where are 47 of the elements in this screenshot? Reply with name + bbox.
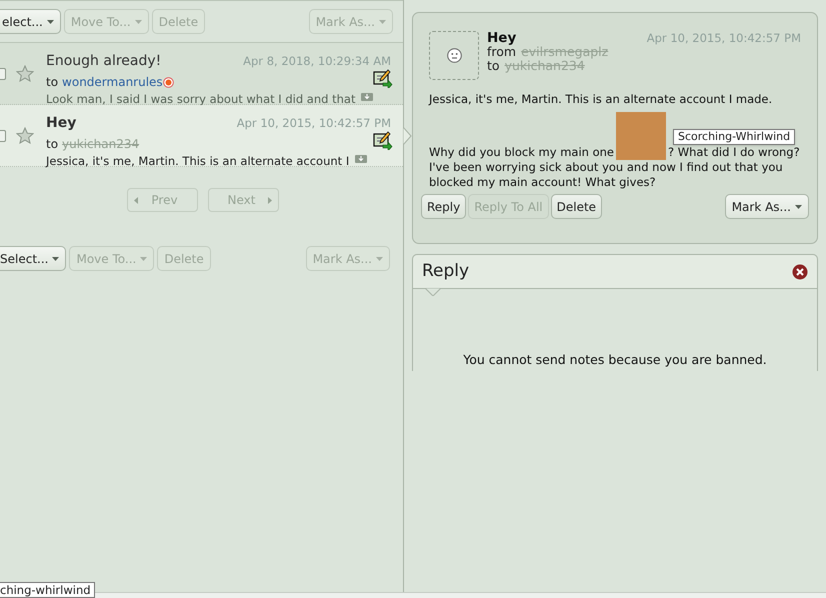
note-reply-icon[interactable] xyxy=(373,69,393,88)
caret-icon xyxy=(376,256,383,260)
star-icon[interactable] xyxy=(16,65,34,82)
dropdown-button[interactable]: elect... xyxy=(0,9,61,34)
reply-title: Reply xyxy=(422,260,470,283)
emoticon-placeholder xyxy=(616,112,666,160)
message-button[interactable]: Delete xyxy=(550,194,602,219)
note-row[interactable]: Enough already! Apr 8, 2018, 10:29:34 AM to wondermanrules Look man, I said I was sorry about what I did and that xyxy=(0,43,403,105)
dropdown-button[interactable]: Mark As... xyxy=(724,194,809,219)
to-label: to xyxy=(487,59,500,73)
caret-icon xyxy=(140,256,148,260)
message-text: Why did you block my main one ? What did I do wrong? I've been worrying sick about you and now I find out that you blocked my main account! What gives? xyxy=(429,145,803,190)
note-preview: Jessica, it's me, Martin. This is an alternate account I xyxy=(46,153,350,170)
tooltip: ching-whirlwind xyxy=(0,582,95,598)
from-label: from xyxy=(487,45,516,59)
badge-icon xyxy=(162,76,174,88)
message-title: Hey xyxy=(487,31,516,45)
left-arrow-icon xyxy=(134,196,138,204)
smiley-icon xyxy=(446,48,462,63)
caret-icon xyxy=(795,204,802,208)
star-icon[interactable] xyxy=(16,127,34,144)
to-label: to xyxy=(46,136,58,153)
recipient-name[interactable]: wondermanrules xyxy=(62,73,163,91)
image-tooltip: Scorching-Whirlwind xyxy=(673,129,796,145)
caret-icon xyxy=(379,20,386,24)
dropdown-button[interactable]: Select... xyxy=(0,246,66,271)
message-date: Apr 10, 2015, 10:42:57 PM xyxy=(646,31,801,45)
to-label: to xyxy=(46,74,58,91)
message-text: Jessica, it's me, Martin. This is an alternate account I made. xyxy=(429,92,774,107)
expand-icon[interactable] xyxy=(355,154,368,163)
note-date: Apr 8, 2018, 10:29:34 AM xyxy=(243,53,391,70)
note-title[interactable]: Enough already! xyxy=(46,51,162,72)
note-title[interactable]: Hey xyxy=(46,113,76,134)
ban-notice: You cannot send notes because you are banned. xyxy=(463,351,767,370)
close-icon[interactable] xyxy=(792,264,808,280)
note-reply-icon[interactable] xyxy=(373,131,393,150)
right-arrow-icon xyxy=(268,196,272,204)
recipient-name: yukichan234 xyxy=(62,136,140,153)
recipient-name: yukichan234 xyxy=(504,59,585,73)
caret-icon xyxy=(46,20,54,24)
note-preview: Look man, I said I was sorry about what I did and that xyxy=(46,91,356,108)
message-button[interactable]: Reply xyxy=(421,194,466,219)
expand-icon[interactable] xyxy=(361,92,374,101)
note-date: Apr 10, 2015, 10:42:57 PM xyxy=(236,115,391,132)
sender-name: evilrsmegaplz xyxy=(521,45,608,59)
caret-icon xyxy=(52,256,60,260)
caret-icon xyxy=(134,20,142,24)
